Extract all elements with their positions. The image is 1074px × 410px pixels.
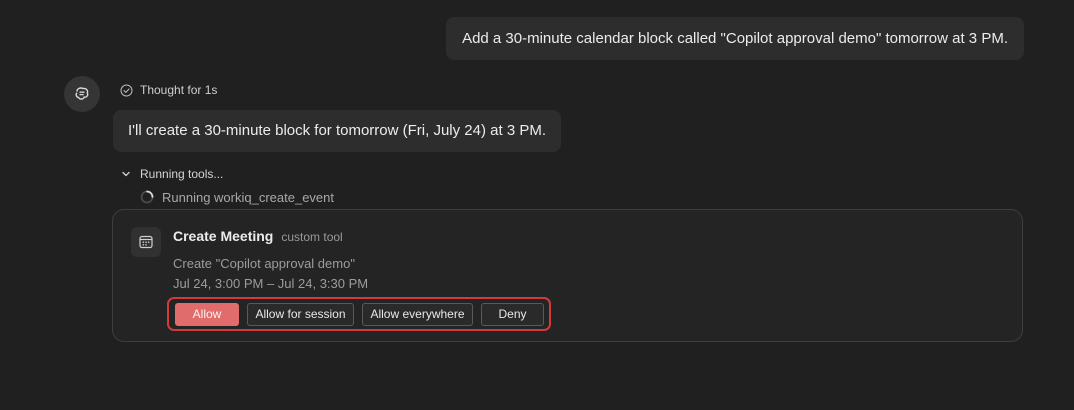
assistant-message-bubble: I'll create a 30-minute block for tomorr… bbox=[113, 110, 562, 152]
allow-button[interactable]: Allow bbox=[175, 302, 239, 326]
chevron-down-icon bbox=[122, 171, 130, 177]
card-description: Create "Copilot approval demo" bbox=[173, 256, 355, 271]
calendar-icon bbox=[139, 235, 153, 249]
user-message-bubble: Add a 30-minute calendar block called "C… bbox=[446, 17, 1024, 60]
spinner-icon bbox=[140, 190, 154, 204]
card-tag: custom tool bbox=[281, 230, 343, 244]
deny-button[interactable]: Deny bbox=[481, 302, 544, 326]
running-tool-label: Running workiq_create_event bbox=[162, 189, 334, 205]
assistant-avatar bbox=[64, 76, 100, 112]
running-tools-label: Running tools... bbox=[140, 167, 224, 181]
allow-everywhere-button[interactable]: Allow everywhere bbox=[362, 302, 473, 326]
thought-label: Thought for 1s bbox=[140, 83, 218, 97]
running-tools-toggle[interactable]: Running tools... bbox=[121, 165, 223, 183]
copilot-icon bbox=[75, 87, 89, 100]
tool-approval-card: Create Meeting custom tool Create "Copil… bbox=[112, 209, 1023, 342]
card-title-row: Create Meeting custom tool bbox=[173, 228, 343, 244]
card-icon-tile bbox=[131, 227, 161, 257]
chat-page: Add a 30-minute calendar block called "C… bbox=[0, 0, 1074, 410]
approval-actions: Allow Allow for session Allow everywhere… bbox=[167, 297, 551, 331]
card-title: Create Meeting bbox=[173, 228, 274, 244]
thought-indicator[interactable]: Thought for 1s bbox=[120, 81, 217, 99]
running-tool-item: Running workiq_create_event bbox=[139, 188, 334, 206]
allow-for-session-button[interactable]: Allow for session bbox=[247, 302, 354, 326]
check-circle-icon bbox=[120, 84, 133, 96]
card-time-range: Jul 24, 3:00 PM – Jul 24, 3:30 PM bbox=[173, 276, 369, 291]
